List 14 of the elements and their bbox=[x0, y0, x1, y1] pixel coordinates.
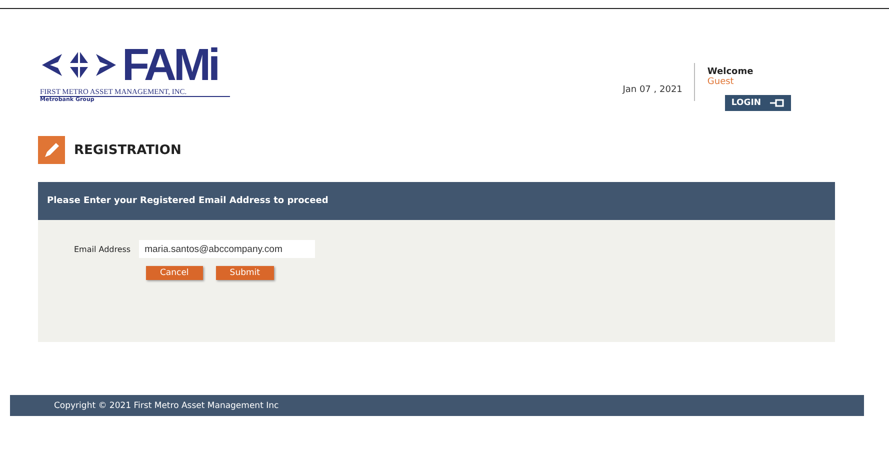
login-icon bbox=[769, 98, 785, 108]
email-field[interactable]: maria.santos@abccompany.com bbox=[138, 240, 315, 258]
submit-button[interactable]: Submit bbox=[216, 266, 274, 280]
pencil-icon bbox=[38, 136, 65, 164]
email-label: Email Address bbox=[74, 244, 131, 254]
login-button[interactable]: LOGIN bbox=[725, 95, 791, 111]
page-title: REGISTRATION bbox=[74, 142, 182, 158]
copyright-text: Copyright © 2021 First Metro Asset Management Inc bbox=[54, 400, 279, 410]
logo-wordmark: FAMi bbox=[122, 45, 218, 85]
user-name: Guest bbox=[707, 77, 734, 87]
welcome-text: Welcome bbox=[707, 67, 754, 77]
date-text: Jan 07 , 2021 bbox=[622, 85, 682, 95]
cancel-button[interactable]: Cancel bbox=[146, 266, 203, 280]
panel-heading: Please Enter your Registered Email Address to proceed bbox=[38, 182, 835, 220]
